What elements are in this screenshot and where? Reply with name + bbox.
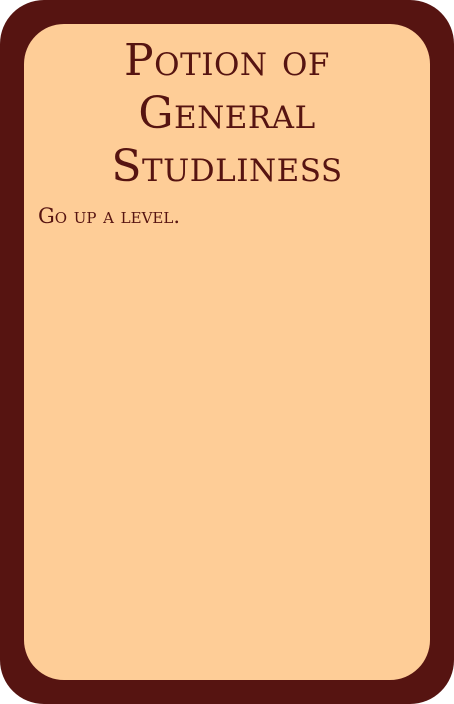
- card-title-line-2: General: [138, 88, 316, 139]
- card-frame: Potion of General Studliness Go up a lev…: [0, 0, 454, 704]
- card-title-line-1: Potion of: [124, 35, 330, 86]
- card-title-line-3: Studliness: [111, 141, 343, 192]
- card-rules-text: Go up a level.: [38, 204, 180, 228]
- card-face: Potion of General Studliness Go up a lev…: [24, 24, 430, 680]
- card-title: Potion of General Studliness: [24, 34, 430, 193]
